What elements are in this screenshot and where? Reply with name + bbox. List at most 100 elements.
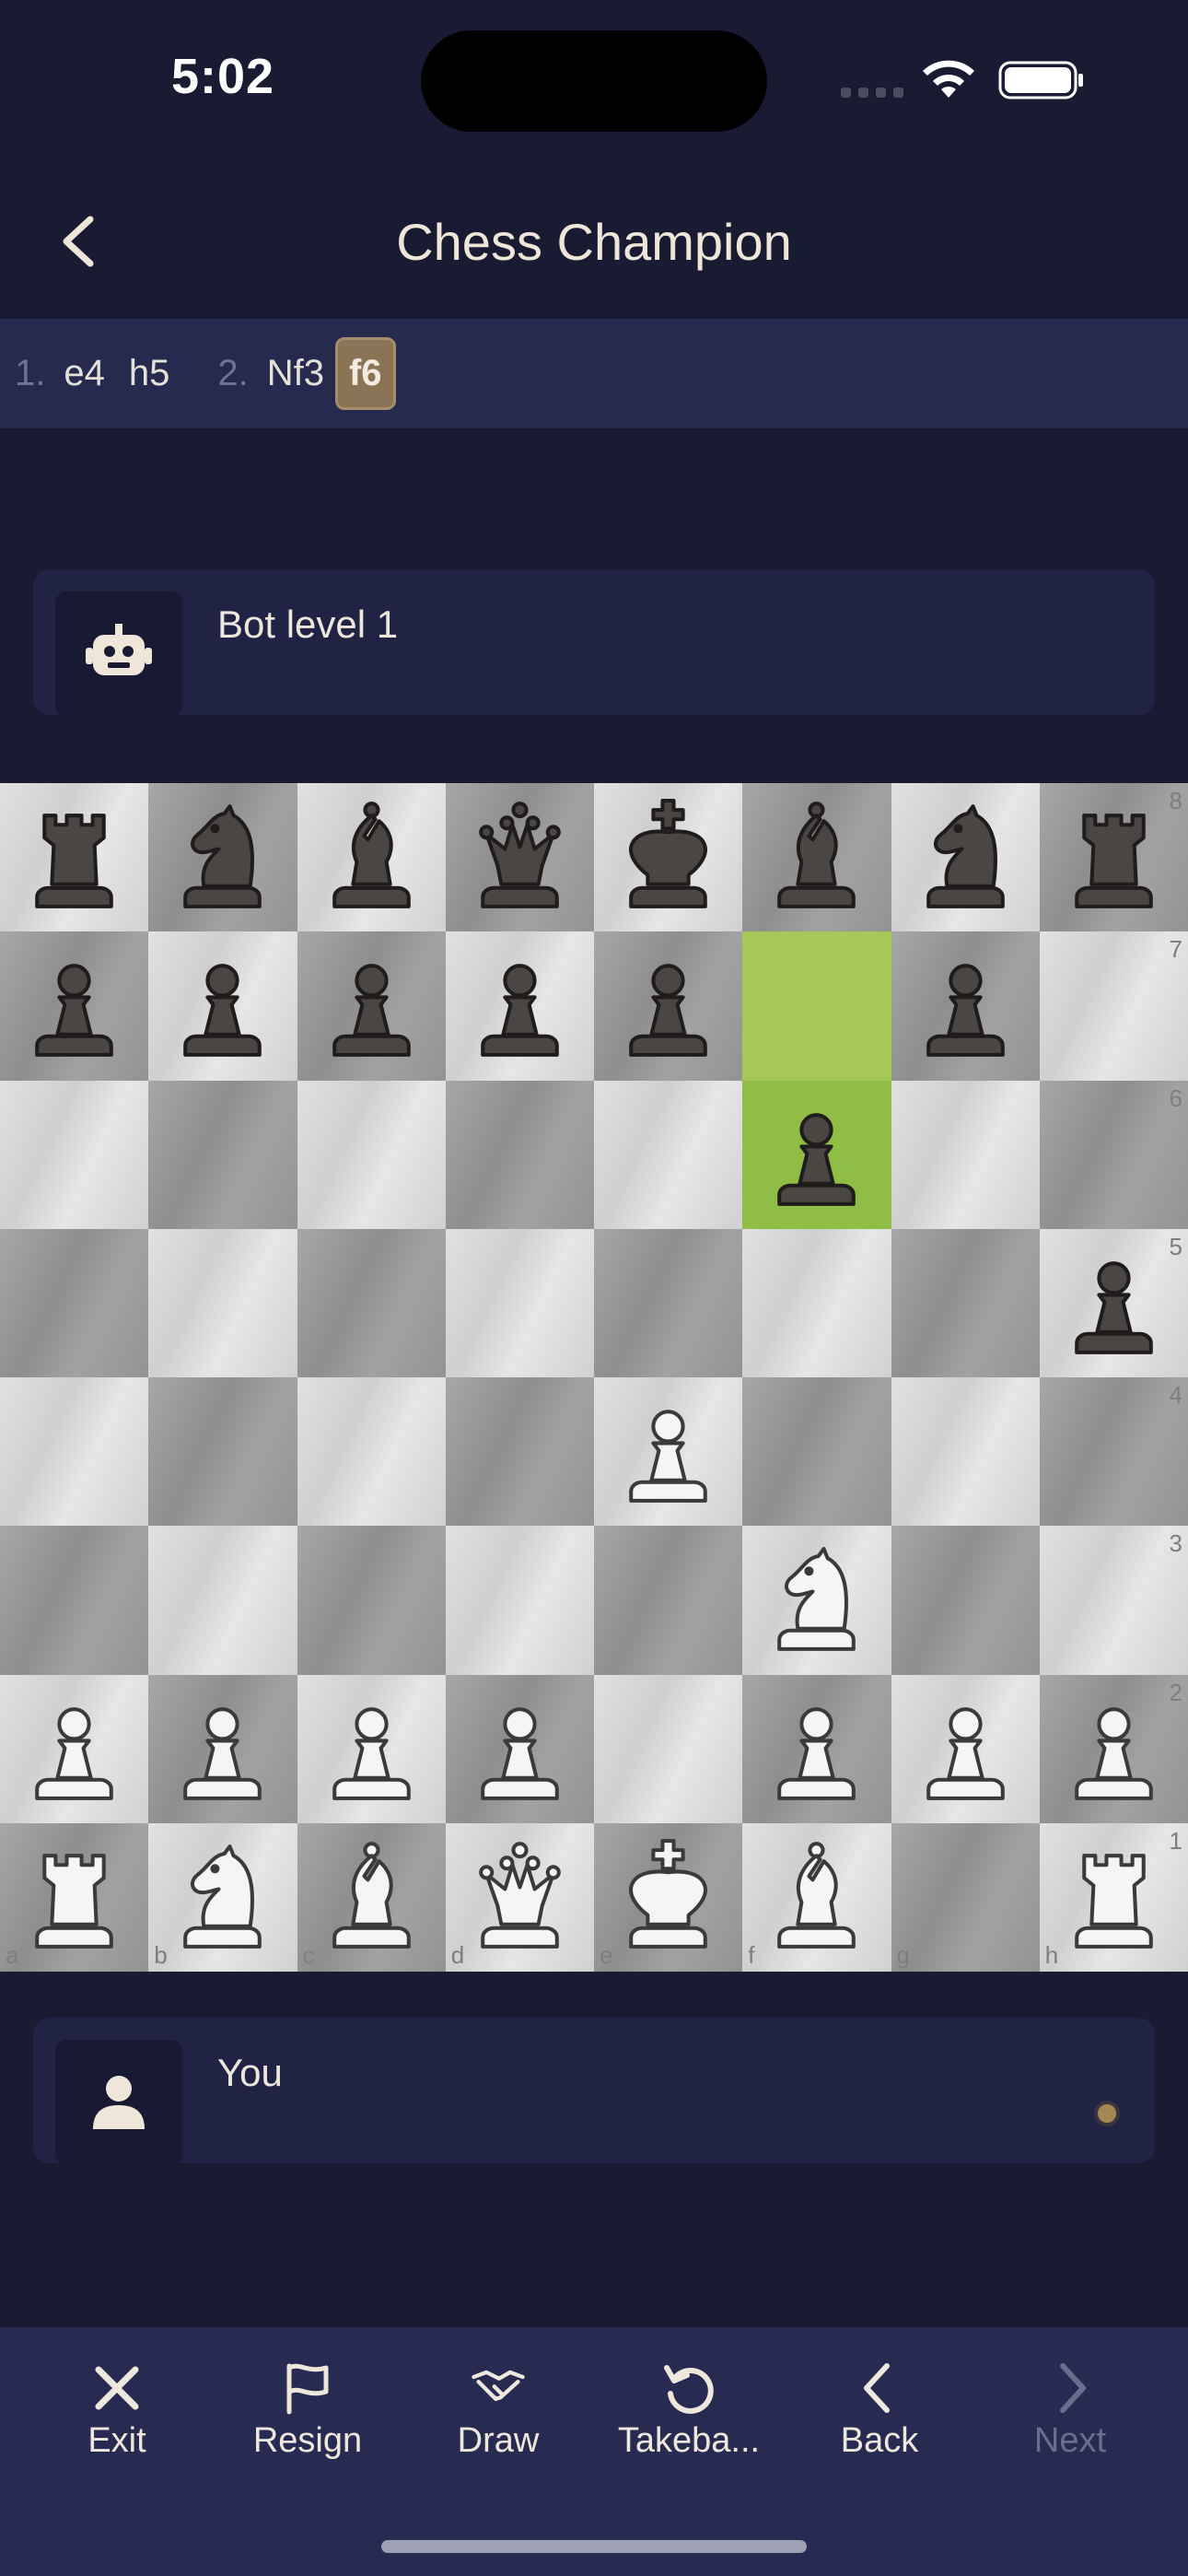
black-pawn-icon[interactable] [751, 1090, 881, 1220]
square-e6[interactable] [594, 1080, 743, 1229]
square-a3[interactable] [0, 1526, 149, 1675]
move-black[interactable]: h5 [129, 353, 170, 394]
black-pawn-icon[interactable] [9, 941, 139, 1071]
square-d4[interactable] [445, 1377, 594, 1527]
square-e5[interactable] [594, 1228, 743, 1377]
black-rook-icon[interactable] [9, 792, 139, 922]
square-h3[interactable]: 3 [1039, 1526, 1188, 1675]
black-queen-icon[interactable] [455, 792, 585, 922]
white-knight-icon[interactable] [157, 1832, 287, 1962]
square-h1[interactable]: 1h [1039, 1822, 1188, 1972]
white-bishop-icon[interactable] [307, 1832, 437, 1962]
black-pawn-icon[interactable] [901, 941, 1031, 1071]
square-b6[interactable] [148, 1080, 297, 1229]
square-a5[interactable] [0, 1228, 149, 1377]
square-c8[interactable] [297, 783, 446, 932]
square-h7[interactable]: 7 [1039, 931, 1188, 1081]
square-f2[interactable] [742, 1674, 891, 1823]
square-e3[interactable] [594, 1526, 743, 1675]
square-c6[interactable] [297, 1080, 446, 1229]
square-g8[interactable] [891, 783, 1040, 932]
square-g5[interactable] [891, 1228, 1040, 1377]
square-a7[interactable] [0, 931, 149, 1081]
square-b7[interactable] [148, 931, 297, 1081]
square-g3[interactable] [891, 1526, 1040, 1675]
square-b5[interactable] [148, 1228, 297, 1377]
back-button[interactable]: Back [787, 2360, 972, 2461]
square-b4[interactable] [148, 1377, 297, 1527]
exit-button[interactable]: Exit [25, 2360, 209, 2461]
black-bishop-icon[interactable] [307, 792, 437, 922]
black-rook-icon[interactable] [1049, 792, 1179, 922]
draw-button[interactable]: Draw [406, 2360, 590, 2461]
black-bishop-icon[interactable] [751, 792, 881, 922]
square-f7[interactable] [742, 931, 891, 1081]
square-h2[interactable]: 2 [1039, 1674, 1188, 1823]
white-pawn-icon[interactable] [455, 1684, 585, 1814]
black-pawn-icon[interactable] [157, 941, 287, 1071]
square-f3[interactable] [742, 1526, 891, 1675]
takeback-button[interactable]: Takeba... [597, 2360, 781, 2461]
white-pawn-icon[interactable] [307, 1684, 437, 1814]
square-g4[interactable] [891, 1377, 1040, 1527]
black-knight-icon[interactable] [157, 792, 287, 922]
square-h5[interactable]: 5 [1039, 1228, 1188, 1377]
white-pawn-icon[interactable] [751, 1684, 881, 1814]
white-pawn-icon[interactable] [603, 1387, 733, 1516]
white-knight-icon[interactable] [751, 1535, 881, 1665]
square-d8[interactable] [445, 783, 594, 932]
square-c2[interactable] [297, 1674, 446, 1823]
resign-button[interactable]: Resign [215, 2360, 400, 2461]
square-e4[interactable] [594, 1377, 743, 1527]
white-pawn-icon[interactable] [157, 1684, 287, 1814]
square-f1[interactable]: f [742, 1822, 891, 1972]
white-pawn-icon[interactable] [9, 1684, 139, 1814]
square-h4[interactable]: 4 [1039, 1377, 1188, 1527]
square-b3[interactable] [148, 1526, 297, 1675]
square-f4[interactable] [742, 1377, 891, 1527]
square-g6[interactable] [891, 1080, 1040, 1229]
square-a1[interactable]: a [0, 1822, 149, 1972]
square-b8[interactable] [148, 783, 297, 932]
square-d1[interactable]: d [445, 1822, 594, 1972]
white-pawn-icon[interactable] [901, 1684, 1031, 1814]
move-list[interactable]: 1. e4 h5 2. Nf3 f6 [0, 319, 1188, 428]
move-white[interactable]: e4 [64, 353, 105, 394]
black-pawn-icon[interactable] [455, 941, 585, 1071]
square-g1[interactable]: g [891, 1822, 1040, 1972]
square-h8[interactable]: 8 [1039, 783, 1188, 932]
black-pawn-icon[interactable] [603, 941, 733, 1071]
white-pawn-icon[interactable] [1049, 1684, 1179, 1814]
square-d7[interactable] [445, 931, 594, 1081]
square-e1[interactable]: e [594, 1822, 743, 1972]
square-a2[interactable] [0, 1674, 149, 1823]
square-c5[interactable] [297, 1228, 446, 1377]
square-c4[interactable] [297, 1377, 446, 1527]
chess-board[interactable]: 8 7 6 5 4 3 2 abcdefg 1h [0, 783, 1188, 1972]
square-d5[interactable] [445, 1228, 594, 1377]
square-g2[interactable] [891, 1674, 1040, 1823]
square-c1[interactable]: c [297, 1822, 446, 1972]
move-current[interactable]: f6 [334, 337, 396, 410]
move-white[interactable]: Nf3 [267, 353, 324, 394]
white-rook-icon[interactable] [9, 1832, 139, 1962]
square-e2[interactable] [594, 1674, 743, 1823]
square-c3[interactable] [297, 1526, 446, 1675]
white-king-icon[interactable] [603, 1832, 733, 1962]
black-pawn-icon[interactable] [307, 941, 437, 1071]
square-e8[interactable] [594, 783, 743, 932]
white-bishop-icon[interactable] [751, 1832, 881, 1962]
white-queen-icon[interactable] [455, 1832, 585, 1962]
square-a6[interactable] [0, 1080, 149, 1229]
square-g7[interactable] [891, 931, 1040, 1081]
black-pawn-icon[interactable] [1049, 1238, 1179, 1368]
square-e7[interactable] [594, 931, 743, 1081]
square-a4[interactable] [0, 1377, 149, 1527]
black-king-icon[interactable] [603, 792, 733, 922]
square-d2[interactable] [445, 1674, 594, 1823]
next-button[interactable]: Next [978, 2360, 1162, 2461]
square-f6[interactable] [742, 1080, 891, 1229]
white-rook-icon[interactable] [1049, 1832, 1179, 1962]
square-f8[interactable] [742, 783, 891, 932]
square-d6[interactable] [445, 1080, 594, 1229]
